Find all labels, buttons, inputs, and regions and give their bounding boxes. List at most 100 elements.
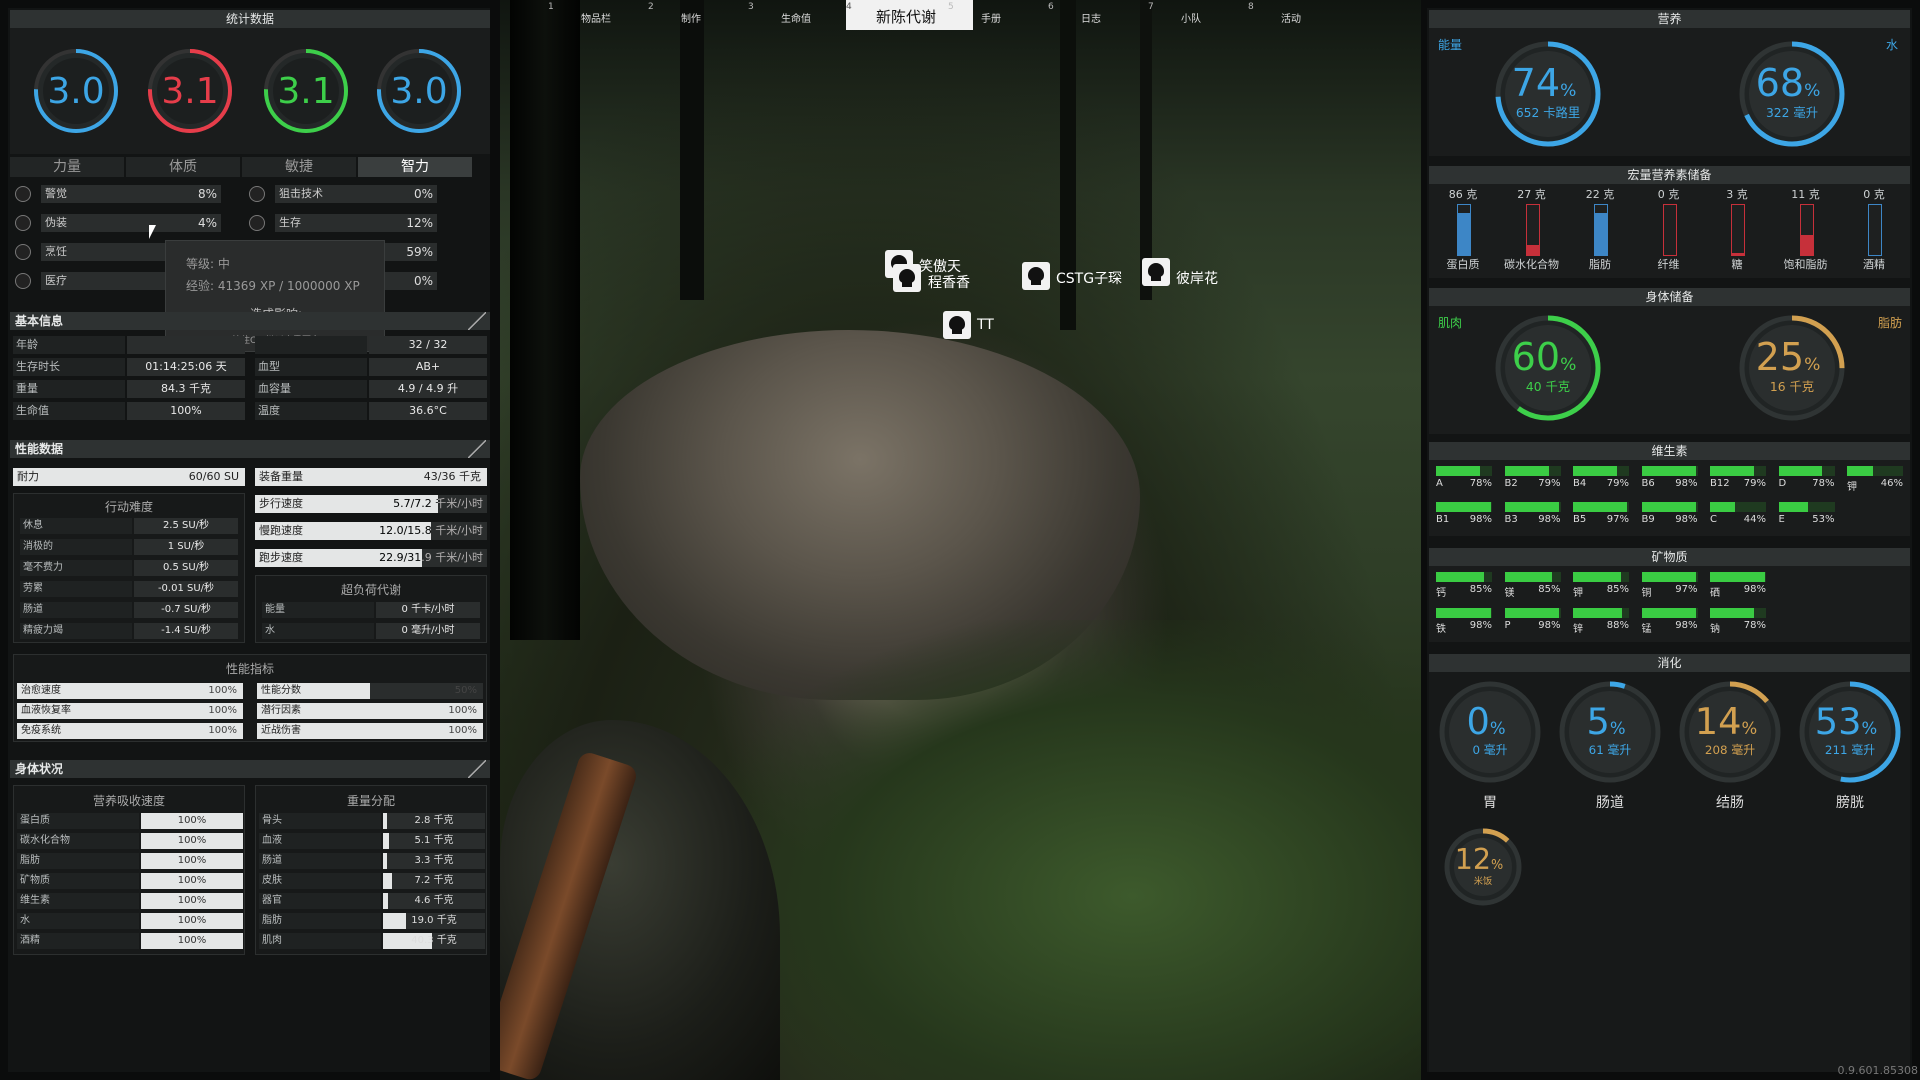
info-label: 温度 — [255, 402, 367, 420]
top-tab[interactable]: 6 日志 — [1048, 0, 1146, 30]
game-world-view[interactable] — [500, 0, 1421, 1080]
percent-sign: % — [1804, 355, 1820, 375]
attr-tab-agility[interactable]: 敏捷 — [242, 157, 356, 177]
indicator-value: 50% — [454, 685, 477, 696]
top-tab[interactable]: 8 活动 — [1248, 0, 1346, 30]
absorb-label: 蛋白质 — [17, 813, 139, 829]
skill-row[interactable]: 狙击技术 0% — [247, 185, 477, 203]
squad-marker[interactable]: TT — [943, 311, 1023, 341]
intestine-gauge: 5% 61 毫升 — [1556, 678, 1664, 786]
food-item-gauge[interactable]: 12% 米饭 — [1441, 825, 1525, 909]
overload-value: 0 千卡/小时 — [376, 602, 480, 618]
corner-icon — [468, 312, 486, 330]
nutrient-item: 铜 97% — [1641, 572, 1702, 600]
indicator-label: 近战伤害 — [261, 725, 301, 736]
weight-row: 皮肤 7.2 千克 — [259, 873, 485, 889]
info-row: 血容量 4.9 / 4.9 升 — [255, 380, 487, 398]
info-value: 01:14:25:06 天 — [127, 358, 245, 376]
top-tab[interactable]: 3 生命值 — [748, 0, 846, 30]
squad-marker[interactable]: CSTG子琛 — [1022, 262, 1142, 292]
indicators-title: 性能指标 — [225, 662, 274, 676]
nutrient-bar-fill — [1710, 502, 1735, 512]
top-tab[interactable]: 2 制作 — [648, 0, 746, 30]
macro-tube — [1662, 204, 1677, 256]
absorb-label: 矿物质 — [17, 873, 139, 889]
nutrient-item: B6 98% — [1641, 466, 1702, 494]
performance-header: 性能数据 — [10, 440, 490, 458]
nutrient-percent: 98% — [1538, 514, 1561, 525]
macro-amount: 22 克 — [1585, 188, 1615, 201]
corner-icon — [468, 760, 486, 778]
nutrient-bar-fill — [1504, 466, 1549, 476]
nutrient-item: B4 79% — [1573, 466, 1633, 494]
macro-tube — [1868, 204, 1882, 256]
gauge-sub: 652 卡路里 — [1516, 105, 1580, 120]
top-tab[interactable]: 5 手册 — [948, 0, 1046, 30]
intelligence-gauge: 3.0 — [374, 46, 464, 136]
attr-tab-strength[interactable]: 力量 — [10, 157, 124, 177]
skill-row[interactable]: 伪装 4% — [13, 214, 231, 232]
indicator-label: 血液恢复率 — [21, 705, 71, 716]
nutrient-percent: 98% — [1675, 620, 1698, 631]
water-gauge: 68% 322 毫升 — [1736, 38, 1848, 150]
weight-value: 40.3 千克 — [411, 935, 457, 946]
muscle-label: 肌肉 — [1438, 316, 1463, 330]
nutrient-item: 铁 98% — [1436, 608, 1496, 636]
gauge-percent-value: 60 — [1512, 335, 1560, 379]
squad-marker[interactable]: 程香香 — [893, 264, 1003, 294]
skill-row[interactable]: 生存 12% — [247, 214, 477, 232]
macro-amount: 0 克 — [1863, 188, 1885, 201]
indicator-label: 性能分数 — [261, 685, 301, 696]
nutrient-name: B6 — [1641, 478, 1655, 489]
fern-foreground — [700, 620, 1421, 1080]
skill-row[interactable]: 警觉 8% — [13, 185, 231, 203]
overload-row: 能量 0 千卡/小时 — [262, 602, 480, 618]
indicator-value: 100% — [208, 685, 237, 696]
macro-amount: 27 克 — [1517, 188, 1546, 201]
gauge-percent-value: 53 — [1815, 700, 1862, 743]
nutrient-percent: 79% — [1606, 478, 1629, 489]
weight-row: 骨头 2.8 千克 — [259, 813, 485, 829]
weight-label: 肠道 — [259, 853, 381, 869]
nutrient-bar-fill — [1573, 502, 1628, 512]
nutrient-bar-fill — [1710, 466, 1755, 476]
difficulty-row: 精疲力竭 -1.4 SU/秒 — [20, 623, 238, 639]
absorb-value: 100% — [177, 835, 207, 846]
nutrient-percent: 98% — [1675, 514, 1698, 525]
absorb-row: 碳水化合物 100% — [17, 833, 243, 849]
nutrient-bar — [1573, 466, 1629, 476]
stat-value: 3.0 — [390, 71, 447, 112]
overload-label: 能量 — [262, 602, 374, 618]
nutrient-bar — [1641, 608, 1698, 618]
nutrient-name: B3 — [1504, 514, 1518, 525]
top-tab[interactable]: 7 小队 — [1148, 0, 1246, 30]
squad-marker[interactable]: 彼岸花 — [1142, 258, 1242, 288]
weight-label: 脂肪 — [259, 913, 381, 929]
nutrient-percent: 78% — [1743, 620, 1766, 631]
weight-value: 2.8 千克 — [414, 815, 454, 826]
nutrient-bar-fill — [1573, 572, 1621, 582]
nutrient-name: 铜 — [1641, 588, 1652, 599]
tab-label: 制作 — [681, 14, 701, 25]
skill-progress-icon — [15, 215, 31, 231]
nutrient-name: 镁 — [1504, 588, 1515, 599]
bladder-label: 膀胱 — [1836, 795, 1864, 811]
equip-weight-row: 装备重量 43/36 千克 — [255, 468, 487, 486]
colon-label: 结肠 — [1716, 795, 1744, 811]
mouse-cursor-icon — [149, 225, 156, 239]
weight-box — [255, 785, 487, 955]
percent-sign: % — [1560, 81, 1576, 101]
nutrient-name: B1 — [1436, 514, 1450, 525]
weight-row: 器官 4.6 千克 — [259, 893, 485, 909]
stamina-label: 耐力 — [17, 470, 39, 483]
attr-tab-intelligence[interactable]: 智力 — [358, 157, 472, 177]
nutrient-bar — [1710, 502, 1766, 512]
nutrient-percent: 79% — [1538, 478, 1561, 489]
skill-percent: 12% — [406, 216, 433, 230]
skill-name: 烹饪 — [45, 245, 67, 258]
tree-trunk — [510, 0, 580, 640]
body-status-header: 身体状况 — [10, 760, 490, 778]
attr-tab-constitution[interactable]: 体质 — [126, 157, 240, 177]
stats-header: 统计数据 — [10, 10, 490, 28]
top-tab[interactable]: 1 物品栏 — [548, 0, 646, 30]
